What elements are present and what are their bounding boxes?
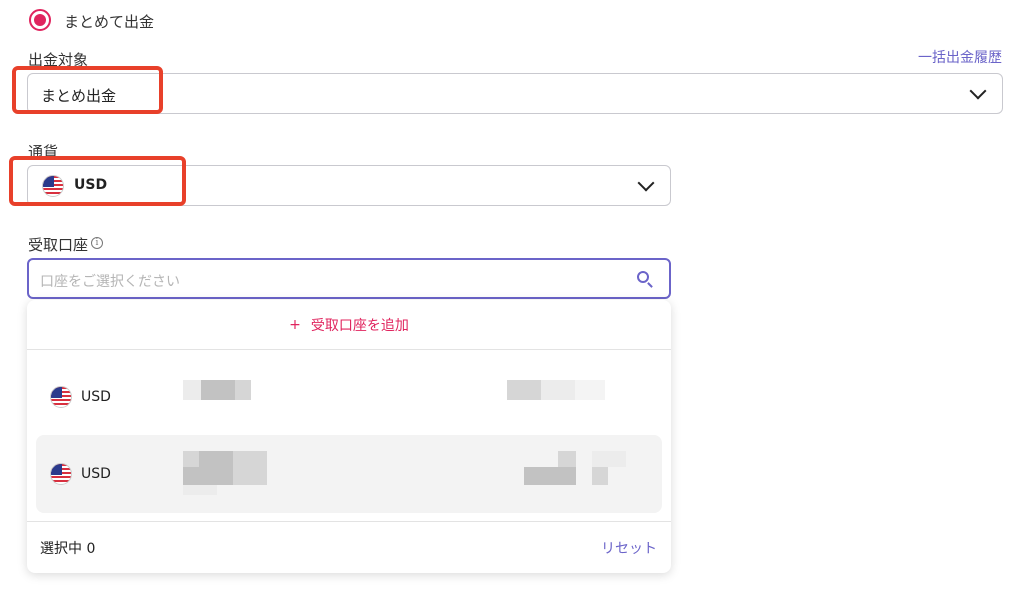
divider	[27, 521, 671, 522]
account-currency: USD	[81, 466, 111, 482]
account-search-input[interactable]: 口座をご選択ください	[27, 258, 671, 299]
account-list-item-hover[interactable]: USD	[36, 435, 662, 513]
info-icon[interactable]: i	[91, 237, 103, 249]
withdrawal-target-select[interactable]: まとめ出金	[27, 73, 1003, 114]
chevron-down-icon	[969, 82, 987, 100]
us-flag-icon	[50, 386, 72, 408]
add-account-label: 受取口座を追加	[310, 318, 409, 334]
selected-count: 選択中 0	[40, 541, 96, 557]
chevron-down-icon	[637, 174, 655, 192]
radio-selected-dot	[34, 14, 46, 26]
add-account-button[interactable]: + 受取口座を追加	[27, 300, 671, 350]
highlight-annotation-target	[12, 66, 163, 114]
divider	[27, 349, 671, 350]
redacted-account-info	[183, 380, 253, 400]
account-search-placeholder: 口座をご選択ください	[40, 274, 180, 290]
account-list-item[interactable]: USD	[36, 362, 662, 432]
highlight-annotation-currency	[9, 156, 186, 206]
us-flag-icon	[50, 463, 72, 485]
receiving-account-label: 受取口座	[28, 236, 89, 254]
bulk-withdraw-radio[interactable]	[29, 9, 51, 31]
bulk-withdraw-radio-label[interactable]: まとめて出金	[64, 11, 154, 32]
account-dropdown: + 受取口座を追加 USD USD 選択中 0 リセット	[27, 300, 671, 573]
redacted-account-number	[507, 380, 607, 400]
redacted-account-info	[183, 451, 273, 495]
search-icon[interactable]	[637, 271, 655, 289]
bulk-history-link[interactable]: 一括出金履歴	[918, 47, 1002, 67]
plus-icon: +	[289, 317, 301, 333]
redacted-account-number	[524, 451, 634, 485]
account-currency: USD	[81, 389, 111, 405]
reset-button[interactable]: リセット	[601, 538, 657, 558]
